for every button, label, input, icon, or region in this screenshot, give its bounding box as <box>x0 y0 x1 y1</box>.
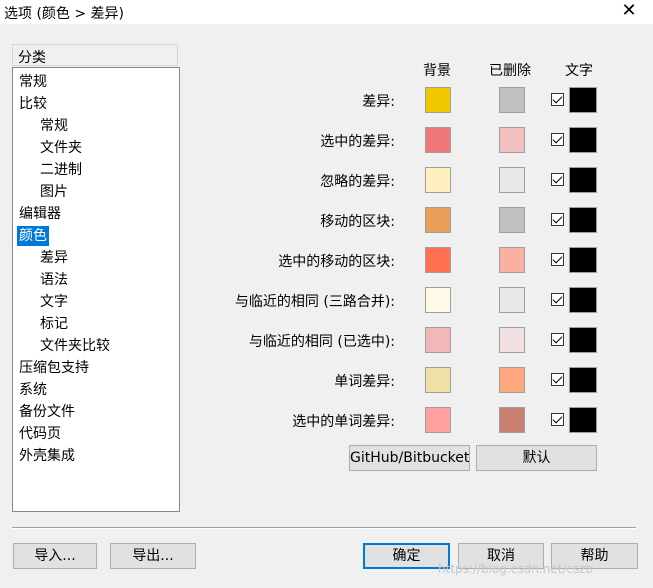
deleted-color-swatch[interactable] <box>499 407 525 433</box>
tree-item[interactable]: 文件夹比较 <box>38 336 112 356</box>
tree-item[interactable]: 常规 <box>17 72 49 92</box>
text-color-swatch[interactable] <box>569 87 597 113</box>
text-color-checkbox[interactable] <box>551 93 564 106</box>
deleted-color-swatch[interactable] <box>499 207 525 233</box>
deleted-color-swatch[interactable] <box>499 327 525 353</box>
tree-item[interactable]: 系统 <box>17 380 49 400</box>
text-color-checkbox[interactable] <box>551 213 564 226</box>
window-title: 选项 (颜色 > 差异) <box>4 6 125 22</box>
color-row-label: 差异: <box>362 94 395 110</box>
github-bitbucket-button[interactable]: GitHub/Bitbucket <box>349 445 470 471</box>
tree-item[interactable]: 标记 <box>38 314 70 334</box>
tree-item[interactable]: 比较 <box>17 94 49 114</box>
categories-tree[interactable]: 常规 比较 常规 文件夹 二进制 图片 编辑器 颜色 差异 语法 文字 标记 文件夹比较 压缩包支持 系统备… <box>12 67 180 512</box>
text-color-checkbox[interactable] <box>551 333 564 346</box>
color-row-label: 选中的移动的区块: <box>278 254 395 270</box>
column-header-background: 背景 <box>423 63 451 79</box>
background-color-swatch[interactable] <box>425 87 451 113</box>
tree-item[interactable]: 编辑器 <box>17 204 63 224</box>
text-color-checkbox[interactable] <box>551 173 564 186</box>
color-row-label: 选中的差异: <box>320 134 395 150</box>
deleted-color-swatch[interactable] <box>499 127 525 153</box>
text-color-checkbox[interactable] <box>551 253 564 266</box>
text-color-checkbox[interactable] <box>551 133 564 146</box>
tree-item[interactable]: 图片 <box>38 182 70 202</box>
footer-separator-highlight <box>12 528 636 529</box>
text-color-swatch[interactable] <box>569 247 597 273</box>
text-color-swatch[interactable] <box>569 207 597 233</box>
deleted-color-swatch[interactable] <box>499 247 525 273</box>
text-color-swatch[interactable] <box>569 127 597 153</box>
import-button[interactable]: 导入... <box>13 543 97 569</box>
categories-header-label: 分类 <box>18 50 46 66</box>
deleted-color-swatch[interactable] <box>499 367 525 393</box>
background-color-swatch[interactable] <box>425 167 451 193</box>
tree-item[interactable]: 颜色 <box>17 226 49 246</box>
deleted-color-swatch[interactable] <box>499 87 525 113</box>
tree-item[interactable]: 备份文件 <box>17 402 77 422</box>
deleted-color-swatch[interactable] <box>499 167 525 193</box>
column-header-text: 文字 <box>565 63 593 79</box>
background-color-swatch[interactable] <box>425 407 451 433</box>
default-button[interactable]: 默认 <box>476 445 597 471</box>
color-row-label: 单词差异: <box>334 374 395 390</box>
export-button[interactable]: 导出... <box>110 543 196 569</box>
tree-item[interactable]: 差异 <box>38 248 70 268</box>
close-icon[interactable]: ✕ <box>619 1 639 21</box>
tree-item[interactable]: 外壳集成 <box>17 446 77 466</box>
text-color-checkbox[interactable] <box>551 373 564 386</box>
background-color-swatch[interactable] <box>425 287 451 313</box>
tree-item[interactable]: 文字 <box>38 292 70 312</box>
tree-item[interactable]: 代码页 <box>17 424 63 444</box>
text-color-swatch[interactable] <box>569 367 597 393</box>
deleted-color-swatch[interactable] <box>499 287 525 313</box>
text-color-checkbox[interactable] <box>551 413 564 426</box>
watermark: https://blog.csdn.net/cszb <box>438 562 594 576</box>
title-bar: 选项 (颜色 > 差异) ✕ <box>0 0 653 24</box>
background-color-swatch[interactable] <box>425 327 451 353</box>
ok-button[interactable]: 确定 <box>363 543 450 569</box>
text-color-swatch[interactable] <box>569 327 597 353</box>
text-color-swatch[interactable] <box>569 407 597 433</box>
categories-header: 分类 <box>12 44 178 66</box>
column-header-deleted: 已删除 <box>489 63 531 79</box>
text-color-checkbox[interactable] <box>551 293 564 306</box>
color-row-label: 与临近的相同 (已选中): <box>248 334 395 350</box>
background-color-swatch[interactable] <box>425 127 451 153</box>
background-color-swatch[interactable] <box>425 247 451 273</box>
text-color-swatch[interactable] <box>569 167 597 193</box>
background-color-swatch[interactable] <box>425 207 451 233</box>
tree-item[interactable]: 语法 <box>38 270 70 290</box>
color-row-label: 选中的单词差异: <box>292 414 395 430</box>
tree-item[interactable]: 常规 <box>38 116 70 136</box>
background-color-swatch[interactable] <box>425 367 451 393</box>
tree-item[interactable]: 压缩包支持 <box>17 358 91 378</box>
text-color-swatch[interactable] <box>569 287 597 313</box>
color-row-label: 忽略的差异: <box>320 174 395 190</box>
color-row-label: 移动的区块: <box>320 214 395 230</box>
tree-item[interactable]: 二进制 <box>38 160 84 180</box>
tree-item[interactable]: 文件夹 <box>38 138 84 158</box>
color-row-label: 与临近的相同 (三路合并): <box>234 294 395 310</box>
